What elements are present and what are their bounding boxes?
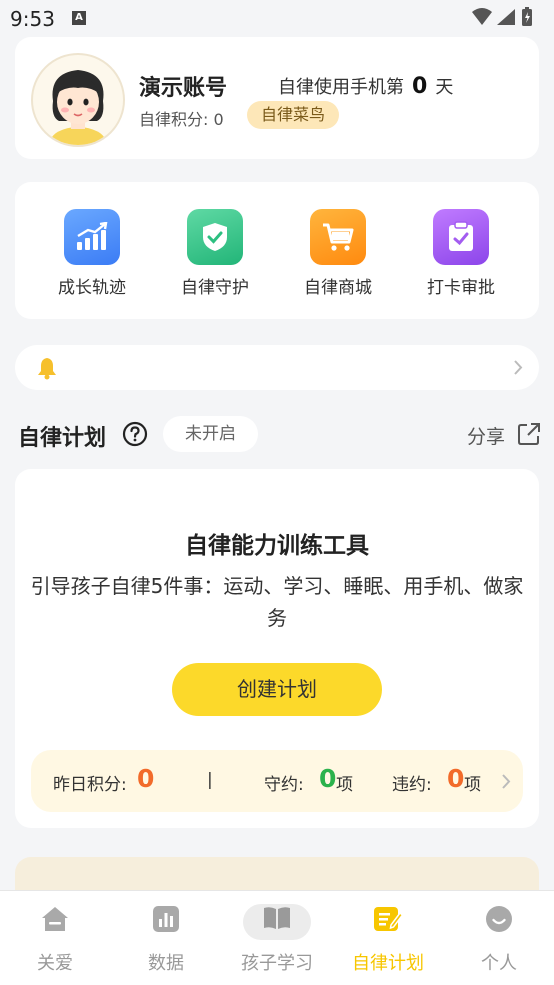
clipboard-check-icon (433, 209, 489, 265)
bar-chart-icon (153, 906, 179, 932)
kept-value: 0 (319, 764, 337, 793)
days-counter: 自律使用手机第 0 天 (278, 73, 453, 99)
rank-badge: 自律菜鸟 (247, 101, 340, 129)
shopping-cart-icon (310, 209, 366, 265)
feature-grid: 成长轨迹 自律守护 自律商城 打卡审批 (15, 182, 539, 319)
plan-card: 自律能力训练工具 引导孩子自律5件事：运动、学习、睡眠、用手机、做家务 创建计划… (15, 469, 539, 828)
nav-tab-profile[interactable]: 个人 (444, 891, 554, 985)
plan-status-badge: 未开启 (163, 416, 258, 452)
kept-label: 守约: (264, 775, 304, 795)
share-button[interactable]: 分享 (467, 422, 505, 449)
grid-item-approval[interactable]: 打卡审批 (406, 209, 516, 298)
days-suffix: 天 (435, 77, 454, 98)
nav-label-profile: 个人 (481, 953, 517, 974)
points-text: 自律积分: 0 (139, 110, 224, 129)
account-name: 演示账号 (139, 76, 228, 101)
stats-separator: | (207, 770, 213, 790)
section-title: 自律计划 (18, 426, 107, 451)
grid-label-growth: 成长轨迹 (58, 278, 126, 298)
plan-edit-icon (374, 907, 403, 931)
book-icon (264, 907, 290, 929)
create-plan-button[interactable]: 创建计划 (172, 663, 382, 716)
yesterday-points-label: 昨日积分: (53, 775, 127, 795)
kept-unit: 项 (336, 775, 353, 795)
notification-a-icon: A (72, 11, 86, 25)
share-icon[interactable] (517, 422, 541, 446)
signal-icon (497, 9, 515, 25)
chevron-right-icon (514, 360, 523, 375)
nav-label-data: 数据 (148, 953, 184, 974)
status-time: 9:53 (10, 7, 55, 31)
grid-label-approval: 打卡审批 (427, 278, 495, 298)
nav-label-study: 孩子学习 (241, 953, 313, 974)
yesterday-points-value: 0 (137, 764, 155, 793)
avatar[interactable] (31, 53, 125, 147)
bottom-nav: 关爱 数据 孩子学习 自律计划 个人 (0, 890, 554, 985)
battery-icon (522, 7, 532, 26)
nav-tab-data[interactable]: 数据 (111, 891, 221, 985)
system-icons (470, 6, 540, 32)
days-value: 0 (412, 74, 428, 99)
broken-unit: 项 (464, 775, 481, 795)
broken-value: 0 (447, 764, 465, 793)
plan-card-description: 引导孩子自律5件事：运动、学习、睡眠、用手机、做家务 (30, 574, 524, 630)
nav-label-care: 关爱 (37, 953, 73, 974)
status-bar: 9:53 A (0, 0, 554, 36)
broken-label: 违约: (392, 775, 432, 795)
home-icon (42, 907, 68, 931)
days-prefix: 自律使用手机第 (278, 77, 404, 98)
nav-tab-care[interactable]: 关爱 (0, 891, 110, 985)
plan-card-title: 自律能力训练工具 (185, 533, 369, 559)
nav-tab-study[interactable]: 孩子学习 (222, 891, 332, 985)
grid-item-mall[interactable]: 自律商城 (283, 209, 393, 298)
nav-label-plan: 自律计划 (352, 953, 424, 974)
grid-item-guard[interactable]: 自律守护 (160, 209, 270, 298)
person-icon (486, 906, 512, 932)
plan-stats-bar[interactable]: 昨日积分: 0 | 守约: 0 项 违约: 0 项 (31, 750, 523, 812)
shield-check-icon (187, 209, 243, 265)
wifi-icon (472, 8, 492, 25)
nav-tab-plan[interactable]: 自律计划 (333, 891, 443, 985)
bell-icon (38, 358, 56, 380)
profile-card[interactable]: 演示账号 自律使用手机第 0 天 自律积分: 0 自律菜鸟 (15, 37, 539, 159)
grid-item-growth[interactable]: 成长轨迹 (37, 209, 147, 298)
chevron-right-icon (502, 774, 511, 789)
grid-label-mall: 自律商城 (304, 278, 372, 298)
growth-chart-icon (64, 209, 120, 265)
notice-bar[interactable] (15, 345, 539, 390)
grid-label-guard: 自律守护 (181, 278, 249, 298)
help-icon[interactable] (122, 421, 148, 447)
